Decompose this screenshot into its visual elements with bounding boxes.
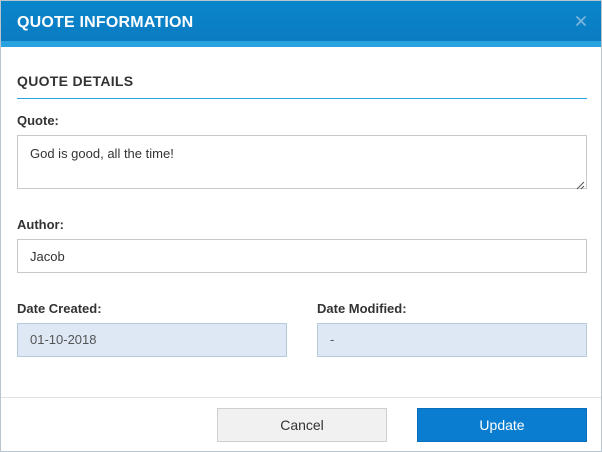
modal-header: QUOTE INFORMATION xyxy=(1,1,601,47)
author-input[interactable] xyxy=(17,239,587,273)
close-icon[interactable] xyxy=(573,13,589,29)
date-created-label: Date Created: xyxy=(17,301,102,316)
modal-title: QUOTE INFORMATION xyxy=(17,14,194,31)
section-title: QUOTE DETAILS xyxy=(17,73,134,89)
header-accent-strip xyxy=(1,41,601,47)
update-button[interactable]: Update xyxy=(417,408,587,442)
author-label: Author: xyxy=(17,217,64,232)
date-modified-field: - xyxy=(317,323,587,357)
section-divider xyxy=(17,98,587,99)
date-created-field: 01-10-2018 xyxy=(17,323,287,357)
quote-information-dialog: QUOTE INFORMATION QUOTE DETAILS Quote: G… xyxy=(0,0,602,452)
quote-label: Quote: xyxy=(17,113,59,128)
cancel-button[interactable]: Cancel xyxy=(217,408,387,442)
quote-textarea[interactable]: God is good, all the time! xyxy=(17,135,587,189)
resize-grip-icon[interactable] xyxy=(575,177,585,190)
footer-divider xyxy=(1,397,601,398)
date-modified-label: Date Modified: xyxy=(317,301,407,316)
